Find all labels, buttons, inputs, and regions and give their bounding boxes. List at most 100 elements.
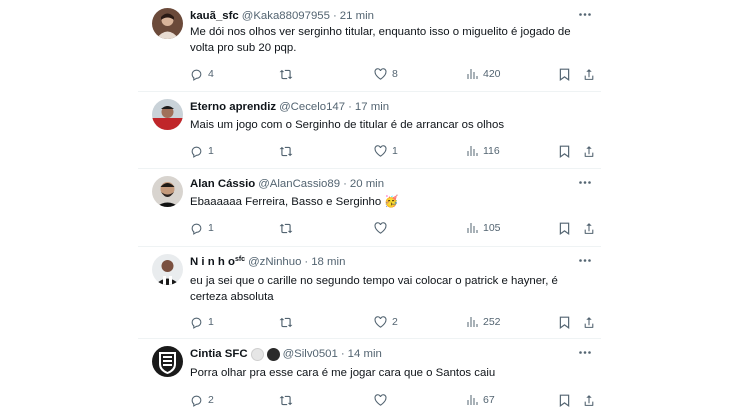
tweet-text: Porra olhar pra esse cara é me jogar car… <box>190 367 496 379</box>
views-button[interactable]: 116 <box>466 143 500 159</box>
more-icon[interactable] <box>577 254 593 266</box>
tweet-item[interactable]: Alan Cássio @AlanCassio89 · 20 min Ebaaa… <box>138 168 601 247</box>
tweet-header: N i n h osfc @zNinhuo · 18 min <box>190 254 345 270</box>
like-icon <box>374 222 387 234</box>
like-button[interactable]: 8 <box>374 66 398 82</box>
bookmark-button[interactable] <box>559 143 570 159</box>
views-button[interactable]: 105 <box>466 220 501 236</box>
reply-button[interactable]: 1 <box>190 314 214 330</box>
views-count: 252 <box>483 316 501 328</box>
timestamp[interactable]: 20 min <box>350 178 384 190</box>
bookmark-icon <box>559 222 570 235</box>
views-icon <box>467 395 478 405</box>
retweet-icon <box>279 223 293 233</box>
timestamp[interactable]: 17 min <box>355 101 389 113</box>
timestamp[interactable]: 18 min <box>311 256 345 268</box>
display-name[interactable]: Alan Cássio <box>190 178 255 190</box>
bookmark-button[interactable] <box>559 392 570 408</box>
tweet-item[interactable]: N i n h osfc @zNinhuo · 18 min eu ja sei… <box>138 246 601 339</box>
bookmark-button[interactable] <box>559 220 570 236</box>
views-count: 67 <box>483 394 495 406</box>
views-button[interactable]: 67 <box>466 392 495 408</box>
reply-button[interactable]: 4 <box>190 66 214 82</box>
reply-count: 1 <box>208 316 214 328</box>
like-count: 2 <box>392 316 398 328</box>
tweet-actions: 1 2 252 <box>190 314 595 330</box>
separator: · <box>340 348 345 360</box>
like-icon <box>374 316 387 328</box>
reply-button[interactable]: 1 <box>190 220 214 236</box>
bookmark-icon <box>559 394 570 407</box>
tweet-actions: 1 1 116 <box>190 143 595 159</box>
reply-button[interactable]: 1 <box>190 143 214 159</box>
reply-icon <box>191 395 202 407</box>
share-icon <box>584 68 594 80</box>
bookmark-button[interactable] <box>559 314 570 330</box>
more-icon[interactable] <box>577 8 593 20</box>
tweet-item[interactable]: Eterno aprendiz @Cecelo147 · 17 min Mais… <box>138 91 601 169</box>
share-button[interactable] <box>583 314 595 330</box>
like-button[interactable] <box>374 220 392 236</box>
retweet-button[interactable] <box>279 220 298 236</box>
retweet-button[interactable] <box>279 392 298 408</box>
timestamp[interactable]: 21 min <box>340 10 374 22</box>
retweet-button[interactable] <box>279 66 298 82</box>
tweet-feed: kauã_sfc @Kaka88097955 · 21 min Me dói n… <box>138 0 601 416</box>
avatar[interactable] <box>152 254 183 285</box>
user-handle[interactable]: @AlanCassio89 <box>258 178 340 190</box>
avatar[interactable] <box>152 176 183 207</box>
retweet-button[interactable] <box>279 143 298 159</box>
retweet-button[interactable] <box>279 314 298 330</box>
user-handle[interactable]: @Kaka88097955 <box>242 10 330 22</box>
tweet-header: Cintia SFC @Silv0501 · 14 min <box>190 346 382 362</box>
tweet-actions: 1 105 <box>190 220 595 236</box>
name-suffix: sfc <box>234 256 246 263</box>
retweet-icon <box>279 317 293 327</box>
separator: · <box>332 10 337 22</box>
bookmark-button[interactable] <box>559 66 570 82</box>
tweet-item[interactable]: Cintia SFC @Silv0501 · 14 min Porra olha… <box>138 338 601 416</box>
display-name[interactable]: N i n h osfc <box>190 256 245 268</box>
tweet-text: Ebaaaaaa Ferreira, Basso e Serginho 🥳 <box>190 195 595 211</box>
share-button[interactable] <box>583 392 595 408</box>
more-icon[interactable] <box>577 176 593 188</box>
timestamp[interactable]: 14 min <box>348 348 382 360</box>
reply-count: 2 <box>208 394 214 406</box>
separator: · <box>348 101 352 113</box>
tweet-text: Mais um jogo com o Serginho de titular é… <box>190 119 505 131</box>
user-handle[interactable]: @Cecelo147 <box>279 101 345 113</box>
user-handle[interactable]: @zNinhuo <box>248 256 301 268</box>
views-icon <box>467 146 478 156</box>
retweet-icon <box>279 146 293 156</box>
avatar[interactable] <box>152 8 183 39</box>
like-icon <box>374 68 387 80</box>
views-count: 420 <box>483 68 501 80</box>
display-name[interactable]: kauã_sfc <box>190 10 239 22</box>
share-icon <box>584 316 594 328</box>
tweet-text: Me dói nos olhos ver serginho titular, e… <box>190 26 571 54</box>
display-name[interactable]: Eterno aprendiz <box>190 101 276 113</box>
like-button[interactable]: 1 <box>374 143 398 159</box>
views-button[interactable]: 252 <box>466 314 501 330</box>
reply-button[interactable]: 2 <box>190 392 214 408</box>
like-button[interactable] <box>374 392 392 408</box>
avatar[interactable] <box>152 99 183 130</box>
reply-count: 1 <box>208 222 214 234</box>
user-handle[interactable]: @Silv0501 <box>283 348 338 360</box>
share-button[interactable] <box>583 143 595 159</box>
views-button[interactable]: 420 <box>466 66 501 82</box>
tweet-text: eu ja sei que o carille no segundo tempo… <box>190 275 558 303</box>
like-button[interactable]: 2 <box>374 314 398 330</box>
more-icon[interactable] <box>577 346 593 358</box>
avatar[interactable] <box>152 346 183 377</box>
views-count: 116 <box>483 145 500 157</box>
share-button[interactable] <box>583 220 595 236</box>
views-icon <box>467 317 478 327</box>
display-name[interactable]: Cintia SFC <box>190 348 248 360</box>
tweet-header: Eterno aprendiz @Cecelo147 · 17 min <box>190 99 389 115</box>
share-button[interactable] <box>583 66 595 82</box>
tweet-header: Alan Cássio @AlanCassio89 · 20 min <box>190 176 384 192</box>
retweet-icon <box>279 69 293 79</box>
tweet-item[interactable]: kauã_sfc @Kaka88097955 · 21 min Me dói n… <box>138 0 601 92</box>
like-count: 8 <box>392 68 398 80</box>
